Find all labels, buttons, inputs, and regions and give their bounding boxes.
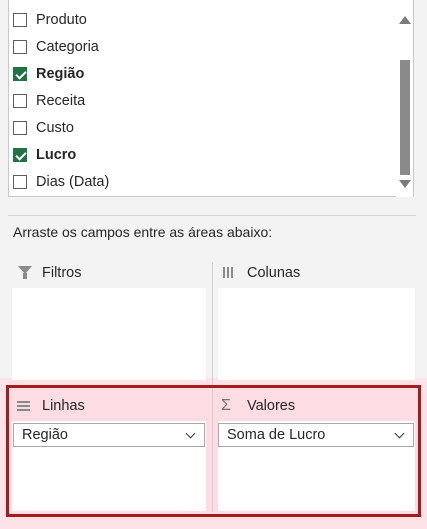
checkbox-checked[interactable] <box>13 148 27 162</box>
values-label: Valores <box>247 398 296 414</box>
field-label: Produto <box>36 12 87 28</box>
pivot-field-list[interactable]: Produto Categoria Região Receita Custo L… <box>8 0 414 197</box>
field-item-regiao[interactable]: Região <box>13 62 84 86</box>
filters-label: Filtros <box>42 265 82 281</box>
field-item-categoria[interactable]: Categoria <box>13 35 99 59</box>
columns-header: Colunas <box>221 261 300 285</box>
field-item-receita[interactable]: Receita <box>13 89 85 113</box>
field-label: Dias (Data) <box>36 174 110 190</box>
field-label: Receita <box>36 93 86 109</box>
sigma-icon: Σ <box>221 397 231 414</box>
checkbox[interactable] <box>13 13 27 27</box>
filter-icon <box>16 266 34 280</box>
field-item-custo[interactable]: Custo <box>13 116 74 140</box>
scroll-thumb[interactable] <box>400 60 410 175</box>
field-item-dias-data[interactable]: Dias (Data) <box>13 170 109 194</box>
field-label: Custo <box>36 120 74 136</box>
checkbox[interactable] <box>13 175 27 189</box>
chevron-down-icon[interactable] <box>185 428 196 439</box>
columns-drop-area[interactable] <box>218 288 415 380</box>
values-field-value: Soma de Lucro <box>227 427 326 443</box>
scroll-up-icon[interactable] <box>399 16 411 24</box>
rows-field-dropdown[interactable]: Região <box>13 423 205 447</box>
field-label: Categoria <box>36 39 99 55</box>
field-label: Região <box>36 66 85 82</box>
vertical-scrollbar[interactable] <box>396 0 413 197</box>
divider <box>8 215 416 216</box>
filters-drop-area[interactable] <box>12 288 206 380</box>
rows-label: Linhas <box>42 398 85 414</box>
rows-header: Linhas <box>16 394 85 418</box>
columns-icon <box>221 266 239 280</box>
values-drop-area[interactable]: Soma de Lucro <box>218 421 415 511</box>
checkbox[interactable] <box>13 94 27 108</box>
instructions-text: Arraste os campos entre as áreas abaixo: <box>13 224 273 240</box>
rows-drop-area[interactable]: Região <box>12 421 206 511</box>
chevron-down-icon[interactable] <box>394 428 405 439</box>
values-field-dropdown[interactable]: Soma de Lucro <box>218 423 414 447</box>
rows-icon <box>16 399 34 413</box>
columns-label: Colunas <box>247 265 301 281</box>
field-item-lucro[interactable]: Lucro <box>13 143 76 167</box>
filters-header: Filtros <box>16 261 81 285</box>
rows-field-value: Região <box>22 427 68 443</box>
field-label: Lucro <box>36 147 77 163</box>
values-header: Σ Valores <box>221 394 295 418</box>
checkbox-checked[interactable] <box>13 67 27 81</box>
checkbox[interactable] <box>13 121 27 135</box>
field-item-produto[interactable]: Produto <box>13 8 87 32</box>
checkbox[interactable] <box>13 40 27 54</box>
scroll-down-icon[interactable] <box>399 180 411 188</box>
